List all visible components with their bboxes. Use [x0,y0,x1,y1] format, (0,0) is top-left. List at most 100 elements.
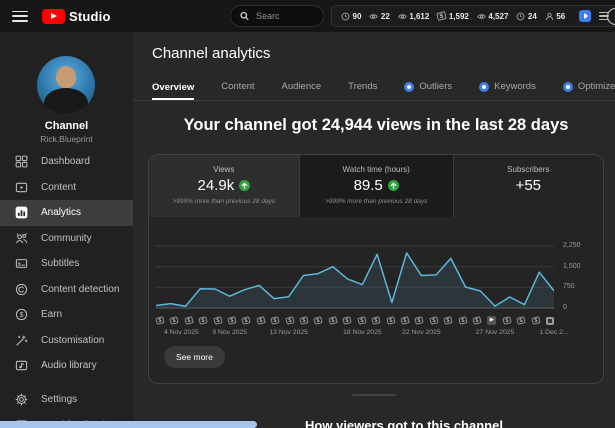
sidebar-item-subtitles[interactable]: Subtitles [0,251,133,277]
section-divider [352,394,396,396]
extension-stats-bar: 90 22 1,612 $1,592 4,527 24 56 [331,5,615,27]
day-marker-dollar-icon[interactable]: $ [443,316,452,325]
x-axis-label: 4 Nov 2025 [164,329,199,336]
tab-audience[interactable]: Audience [282,81,322,100]
content-icon [15,181,28,194]
tab-label: Optimize [578,81,615,92]
sidebar-item-audio-library[interactable]: Audio library [0,353,133,379]
tab-content[interactable]: Content [221,81,254,100]
metric-value: +55 [516,177,541,194]
day-marker-dollar-icon[interactable]: $ [299,316,308,325]
day-marker-dollar-icon[interactable]: $ [328,316,337,325]
day-marker-dollar-icon[interactable]: $ [531,316,540,325]
svg-text:$: $ [20,312,24,319]
tab-outliers[interactable]: Outliers [404,81,452,100]
day-marker-dollar-icon[interactable]: $ [256,316,265,325]
sidebar-item-label: Settings [41,394,77,405]
metric-card-watch-time-hours[interactable]: Watch time (hours)89.5>999% more than pr… [300,155,454,217]
extension-tab-icon [479,82,489,92]
day-marker-dollar-icon[interactable]: $ [357,316,366,325]
day-marker-dollar-icon[interactable]: $ [227,316,236,325]
x-axis-label: 18 Nov 2025 [343,329,382,336]
day-marker-dollar-icon[interactable]: $ [170,316,179,325]
menu-icon[interactable] [12,11,28,22]
day-marker-dollar-icon[interactable]: $ [472,316,481,325]
topbar-stat-value: 1,592 [449,12,469,21]
day-marker-dollar-icon[interactable]: $ [400,316,409,325]
day-marker-dollar-icon[interactable]: $ [371,316,380,325]
day-marker-dollar-icon[interactable]: $ [343,316,352,325]
sidebar-item-earn[interactable]: $Earn [0,302,133,328]
channel-avatar[interactable] [37,56,95,114]
trend-up-icon [388,180,399,191]
y-axis-label: 2,250 [563,242,581,249]
day-marker-dollar-icon[interactable]: $ [271,316,280,325]
channel-name: Channel [0,120,133,132]
sidebar-item-settings[interactable]: Settings [0,387,133,413]
day-marker-dollar-icon[interactable]: $ [314,316,323,325]
topbar-stat-1[interactable]: 22 [369,12,389,21]
chart-plot[interactable] [156,230,554,314]
day-marker-dollar-icon[interactable]: $ [502,316,511,325]
sidebar-item-label: Content detection [41,284,119,295]
sidebar-item-content[interactable]: Content [0,175,133,201]
day-marker-dollar-icon[interactable]: $ [285,316,294,325]
settings-icon [15,393,28,406]
y-axis-label: 0 [563,304,567,311]
day-marker-dollar-icon[interactable]: $ [458,316,467,325]
extension-logo-icon[interactable] [579,10,591,22]
sidebar-item-customisation[interactable]: Customisation [0,328,133,354]
y-axis-label: 750 [563,283,575,290]
sidebar-item-dashboard[interactable]: Dashboard [0,149,133,175]
day-marker-dollar-icon[interactable]: $ [198,316,207,325]
tab-keywords[interactable]: Keywords [479,81,536,100]
subtitles-icon [15,257,28,270]
topbar-stat-5[interactable]: 24 [516,12,536,21]
metric-card-views[interactable]: Views24.9k>999% more than previous 28 da… [149,155,300,217]
sidebar-item-label: Community [41,233,92,244]
studio-wordmark: Studio [69,9,111,24]
y-axis-label: 1,500 [563,263,581,270]
metric-cards: Views24.9k>999% more than previous 28 da… [149,155,603,217]
tab-label: Keywords [494,81,536,92]
topbar-stat-4[interactable]: 4,527 [477,12,509,21]
sidebar-item-content-detection[interactable]: Content detection [0,277,133,303]
earn-icon: $ [15,308,28,321]
video-published-marker-icon[interactable]: ▶ [487,316,496,325]
tab-optimize[interactable]: Optimize [563,81,615,100]
metric-value: 89.5 [354,177,383,194]
tab-label: Outliers [419,81,452,92]
search-box[interactable] [230,5,324,27]
main-content: Channel analytics OverviewContentAudienc… [133,32,615,428]
day-marker-dollar-icon[interactable]: $ [386,316,395,325]
metric-card-subscribers[interactable]: Subscribers+55 [454,155,603,217]
tab-label: Content [221,81,254,92]
eye-icon [398,12,407,21]
sidebar: Channel Rick.Blueprint DashboardContentA… [0,32,133,428]
day-marker-square-icon[interactable] [546,317,554,325]
search-input[interactable] [256,11,314,21]
topbar-stat-3[interactable]: $1,592 [437,12,469,21]
see-more-button[interactable]: See more [164,346,225,368]
tab-trends[interactable]: Trends [348,81,377,100]
tab-overview[interactable]: Overview [152,82,194,101]
sidebar-item-analytics[interactable]: Analytics [0,200,133,226]
day-marker-dollar-icon[interactable]: $ [184,316,193,325]
day-marker-dollar-icon[interactable]: $ [429,316,438,325]
x-axis-label: 27 Nov 2025 [476,329,515,336]
day-marker-dollar-icon[interactable]: $ [242,316,251,325]
topbar-stat-0[interactable]: 90 [341,12,361,21]
day-marker-dollar-icon[interactable]: $ [516,316,525,325]
audio-icon [15,359,28,372]
tab-label: Trends [348,81,377,92]
topbar-stat-value: 22 [381,12,390,21]
day-marker-dollar-icon[interactable]: $ [155,316,164,325]
topbar-stat-2[interactable]: 1,612 [398,12,430,21]
views-chart: 0 750 1,500 2,250 $ $ $ $ $ $ $ $ $ $ $ $ $ $ $ $ $ $ $ $ $ $ $ ▶ $… [149,230,603,342]
topbar-stat-6[interactable]: 56 [545,12,565,21]
sidebar-item-community[interactable]: Community [0,226,133,252]
day-marker-dollar-icon[interactable]: $ [213,316,222,325]
youtube-studio-logo[interactable]: Studio [42,9,111,24]
horizontal-scrollbar-thumb[interactable] [0,421,257,428]
day-marker-dollar-icon[interactable]: $ [415,316,424,325]
